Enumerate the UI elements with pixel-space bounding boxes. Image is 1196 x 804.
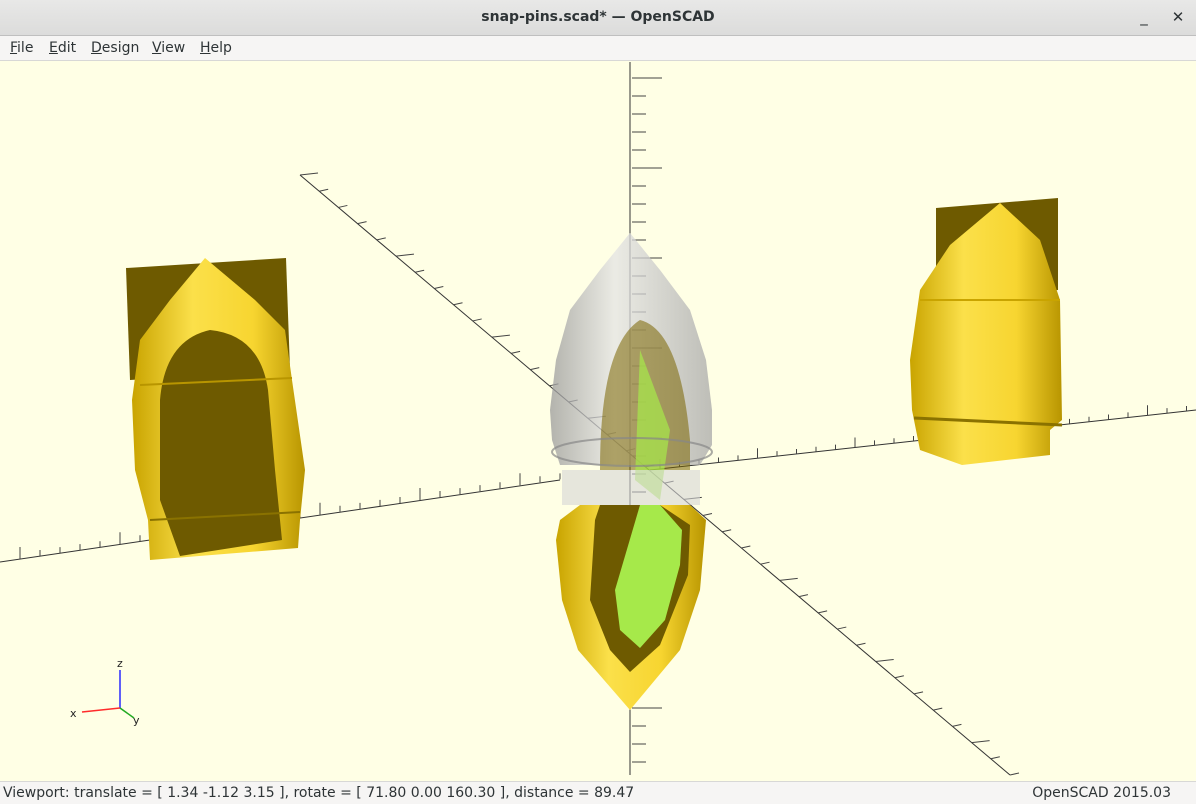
axis-tick <box>510 350 521 354</box>
axis-tick <box>1009 772 1020 776</box>
axis-tick <box>798 594 809 598</box>
axis-tick <box>952 723 962 727</box>
menu-design[interactable]: Design <box>91 40 139 56</box>
window-title: snap-pins.scad* — OpenSCAD <box>481 9 715 25</box>
version-label: OpenSCAD 2015.03 <box>1032 785 1171 801</box>
axis-tick <box>990 756 1000 760</box>
axis-tick <box>741 545 751 549</box>
menu-bar: File Edit Design View Help <box>0 36 1196 61</box>
axis-tick <box>338 204 348 208</box>
axis-tick <box>299 172 319 176</box>
viewport-status: Viewport: translate = [ 1.34 -1.12 3.15 … <box>3 785 635 801</box>
axes-gizmo <box>81 670 135 719</box>
axis-tick <box>376 237 386 241</box>
gizmo-y-label: y <box>133 714 140 727</box>
scene-canvas[interactable]: z x y <box>0 61 1196 781</box>
menu-edit[interactable]: Edit <box>49 40 76 56</box>
menu-file[interactable]: File <box>10 40 33 56</box>
axis-tick <box>837 626 847 630</box>
axis-tick <box>395 253 415 257</box>
axis-tick <box>913 691 924 695</box>
axis-tick <box>319 188 329 192</box>
axis-tick <box>453 302 463 306</box>
axis-tick <box>722 529 732 533</box>
axis-tick <box>894 675 904 679</box>
menu-view[interactable]: View <box>152 40 185 56</box>
close-button[interactable]: ✕ <box>1166 6 1190 30</box>
axis-tick <box>434 286 444 290</box>
axis-tick <box>760 561 770 565</box>
axis-tick <box>472 318 482 322</box>
axis-tick <box>779 577 798 581</box>
left-pin <box>126 258 305 560</box>
right-pin <box>910 198 1063 465</box>
axis-tick <box>530 367 540 371</box>
axis-tick <box>875 658 894 662</box>
menu-help[interactable]: Help <box>200 40 232 56</box>
axis-tick <box>415 269 425 273</box>
axis-tick <box>971 740 990 744</box>
status-bar: Viewport: translate = [ 1.34 -1.12 3.15 … <box>0 781 1196 804</box>
3d-viewport[interactable]: z x y <box>0 61 1196 781</box>
title-bar: snap-pins.scad* — OpenSCAD _ ✕ <box>0 0 1196 36</box>
axis-tick <box>856 642 866 646</box>
axis-tick <box>933 707 943 711</box>
gizmo-x-label: x <box>70 707 77 720</box>
gizmo-z-label: z <box>117 657 123 670</box>
axis-tick <box>817 610 828 614</box>
minimize-button[interactable]: _ <box>1132 6 1156 30</box>
axis-tick <box>702 513 713 517</box>
axis-tick <box>357 221 367 225</box>
center-pin <box>550 233 713 710</box>
axis-tick <box>491 334 510 338</box>
